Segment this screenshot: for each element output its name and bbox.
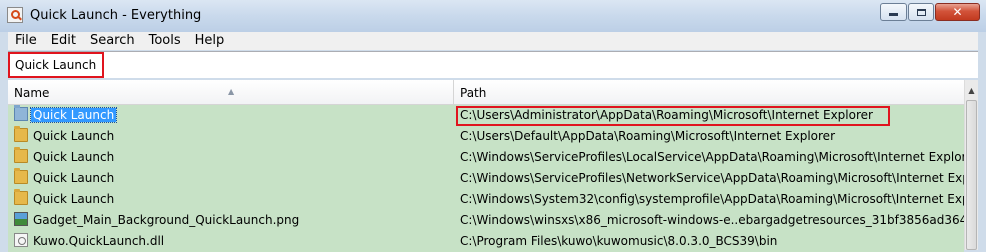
minimize-icon bbox=[889, 13, 898, 16]
minimize-button[interactable] bbox=[880, 3, 907, 21]
row-path: C:\Windows\System32\config\systemprofile… bbox=[460, 192, 964, 206]
row-name: Quick Launch bbox=[29, 105, 118, 126]
row-path: C:\Windows\ServiceProfiles\NetworkServic… bbox=[460, 171, 964, 185]
close-button[interactable]: ✕ bbox=[935, 3, 980, 21]
folder-icon bbox=[14, 189, 28, 205]
row-name: Gadget_Main_Background_QuickLaunch.png bbox=[33, 213, 300, 227]
menu-help[interactable]: Help bbox=[188, 32, 232, 50]
scroll-up-arrow-icon[interactable]: ▲ bbox=[965, 83, 978, 99]
window-title: Quick Launch - Everything bbox=[30, 8, 202, 23]
table-row[interactable]: Quick Launch C:\Windows\ServiceProfiles\… bbox=[8, 168, 964, 189]
row-name: Kuwo.QuickLaunch.dll bbox=[33, 234, 165, 248]
menu-search[interactable]: Search bbox=[83, 32, 142, 50]
results-list: Name ▲ Path Quick Launch C:\Users\Admini… bbox=[8, 80, 978, 252]
column-header: Name ▲ Path bbox=[8, 80, 964, 105]
row-path: C:\Windows\winsxs\x86_microsoft-windows-… bbox=[460, 213, 964, 227]
menu-tools[interactable]: Tools bbox=[142, 32, 188, 50]
menu-bar: File Edit Search Tools Help bbox=[8, 32, 978, 50]
row-path: C:\Windows\ServiceProfiles\LocalService\… bbox=[460, 150, 964, 164]
row-name: Quick Launch bbox=[33, 171, 115, 185]
folder-icon bbox=[14, 126, 28, 142]
table-row[interactable]: Quick Launch C:\Windows\System32\config\… bbox=[8, 189, 964, 210]
column-header-name[interactable]: Name ▲ bbox=[8, 80, 454, 104]
menu-edit[interactable]: Edit bbox=[44, 32, 83, 50]
column-name-label: Name bbox=[14, 86, 50, 100]
dll-file-icon bbox=[14, 233, 28, 247]
row-name: Quick Launch bbox=[33, 129, 115, 143]
row-name: Quick Launch bbox=[33, 192, 115, 206]
row-path: C:\Program Files\kuwo\kuwomusic\8.0.3.0_… bbox=[460, 234, 778, 248]
png-file-icon bbox=[14, 212, 28, 226]
maximize-button[interactable] bbox=[908, 3, 934, 21]
selected-name: Quick Launch bbox=[29, 107, 118, 123]
scrollbar-thumb[interactable] bbox=[966, 100, 977, 250]
folder-icon bbox=[14, 168, 28, 184]
table-row[interactable]: Quick Launch C:\Users\Default\AppData\Ro… bbox=[8, 126, 964, 147]
title-bar: Quick Launch - Everything ✕ bbox=[0, 0, 986, 32]
blue-folder-icon bbox=[14, 105, 28, 121]
sort-ascending-icon: ▲ bbox=[228, 87, 235, 96]
search-bar bbox=[8, 51, 978, 78]
close-icon: ✕ bbox=[952, 5, 963, 19]
column-header-path[interactable]: Path bbox=[454, 80, 964, 104]
search-input[interactable] bbox=[8, 52, 104, 78]
column-path-label: Path bbox=[460, 86, 487, 100]
path-highlight-box bbox=[456, 106, 890, 126]
table-row[interactable]: Quick Launch C:\Windows\ServiceProfiles\… bbox=[8, 147, 964, 168]
menu-file[interactable]: File bbox=[8, 32, 44, 50]
row-path: C:\Users\Default\AppData\Roaming\Microso… bbox=[460, 129, 835, 143]
folder-icon bbox=[14, 147, 28, 163]
table-row[interactable]: Gadget_Main_Background_QuickLaunch.png C… bbox=[8, 210, 964, 231]
table-row[interactable]: Kuwo.QuickLaunch.dll C:\Program Files\ku… bbox=[8, 231, 964, 252]
maximize-icon bbox=[916, 8, 926, 16]
vertical-scrollbar[interactable]: ▲ bbox=[964, 80, 978, 250]
row-name: Quick Launch bbox=[33, 150, 115, 164]
table-row[interactable]: Quick Launch C:\Users\Administrator\AppD… bbox=[8, 105, 964, 126]
everything-app-icon bbox=[7, 7, 23, 23]
